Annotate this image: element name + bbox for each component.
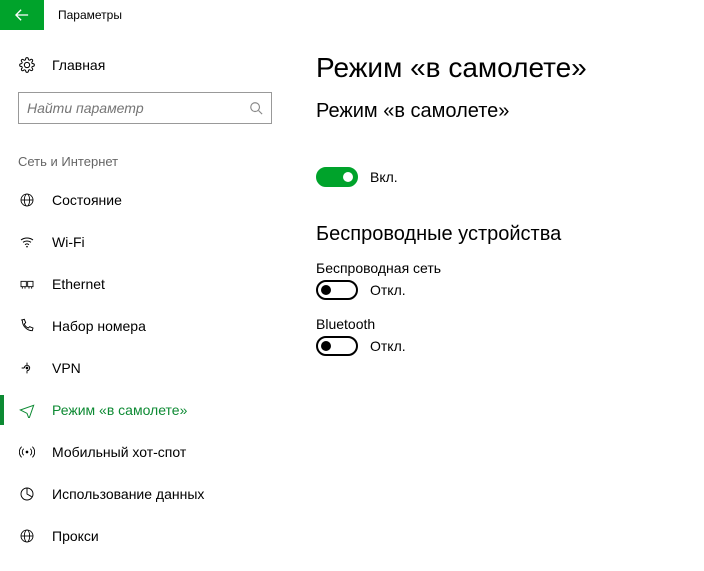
sidebar-item-label: Мобильный хот-спот bbox=[52, 444, 186, 460]
back-button[interactable] bbox=[0, 0, 44, 30]
sidebar-item-label: VPN bbox=[52, 360, 81, 376]
sidebar-item-proxy[interactable]: Прокси bbox=[0, 515, 290, 557]
sidebar-item-label: Набор номера bbox=[52, 318, 146, 334]
main-panel: Режим «в самолете» Режим «в самолете» Вк… bbox=[290, 30, 704, 571]
proxy-icon bbox=[18, 528, 36, 544]
sidebar-item-wifi[interactable]: Wi-Fi bbox=[0, 221, 290, 263]
sidebar-item-data-usage[interactable]: Использование данных bbox=[0, 473, 290, 515]
bluetooth-label: Bluetooth bbox=[316, 316, 694, 332]
wifi-icon bbox=[18, 234, 36, 250]
airplane-icon bbox=[18, 402, 36, 418]
sidebar-item-vpn[interactable]: VPN bbox=[0, 347, 290, 389]
toggle-knob bbox=[321, 341, 331, 351]
arrow-left-icon bbox=[15, 8, 29, 22]
wifi-label: Беспроводная сеть bbox=[316, 260, 694, 276]
toggle-knob bbox=[343, 172, 353, 182]
search-icon bbox=[249, 101, 263, 115]
search-input[interactable] bbox=[27, 100, 249, 116]
sidebar-item-hotspot[interactable]: Мобильный хот-спот bbox=[0, 431, 290, 473]
sidebar-item-label: Использование данных bbox=[52, 486, 204, 502]
sidebar-item-dialup[interactable]: Набор номера bbox=[0, 305, 290, 347]
vpn-icon bbox=[18, 360, 36, 376]
wifi-state: Откл. bbox=[370, 282, 406, 298]
globe-icon bbox=[18, 192, 36, 208]
sidebar-item-label: Прокси bbox=[52, 528, 99, 544]
airplane-mode-state: Вкл. bbox=[370, 169, 398, 185]
ethernet-icon bbox=[18, 276, 36, 292]
search-box[interactable] bbox=[18, 92, 272, 124]
sidebar-item-label: Ethernet bbox=[52, 276, 105, 292]
sidebar-item-label: Режим «в самолете» bbox=[52, 402, 187, 418]
bluetooth-toggle[interactable] bbox=[316, 336, 358, 356]
sidebar-item-airplane-mode[interactable]: Режим «в самолете» bbox=[0, 389, 290, 431]
wifi-toggle[interactable] bbox=[316, 280, 358, 300]
sidebar-nav: Состояние Wi-Fi Ethernet Набор номера bbox=[0, 179, 290, 557]
airplane-mode-toggle[interactable] bbox=[316, 167, 358, 187]
sidebar-item-status[interactable]: Состояние bbox=[0, 179, 290, 221]
page-title: Режим «в самолете» bbox=[316, 52, 694, 84]
wireless-devices-heading: Беспроводные устройства bbox=[316, 223, 694, 246]
phone-icon bbox=[18, 318, 36, 334]
sidebar-item-label: Состояние bbox=[52, 192, 122, 208]
section-airplane-heading: Режим «в самолете» bbox=[316, 100, 694, 123]
toggle-knob bbox=[321, 285, 331, 295]
data-usage-icon bbox=[18, 486, 36, 502]
window-title: Параметры bbox=[58, 8, 122, 22]
gear-icon bbox=[18, 57, 36, 73]
sidebar-item-ethernet[interactable]: Ethernet bbox=[0, 263, 290, 305]
sidebar: Главная Сеть и Интернет Состояние bbox=[0, 30, 290, 571]
titlebar: Параметры bbox=[0, 0, 704, 30]
sidebar-section-label: Сеть и Интернет bbox=[0, 124, 290, 179]
sidebar-home-label: Главная bbox=[52, 57, 105, 73]
sidebar-item-label: Wi-Fi bbox=[52, 234, 85, 250]
hotspot-icon bbox=[18, 444, 36, 460]
sidebar-home[interactable]: Главная bbox=[0, 44, 290, 86]
bluetooth-state: Откл. bbox=[370, 338, 406, 354]
